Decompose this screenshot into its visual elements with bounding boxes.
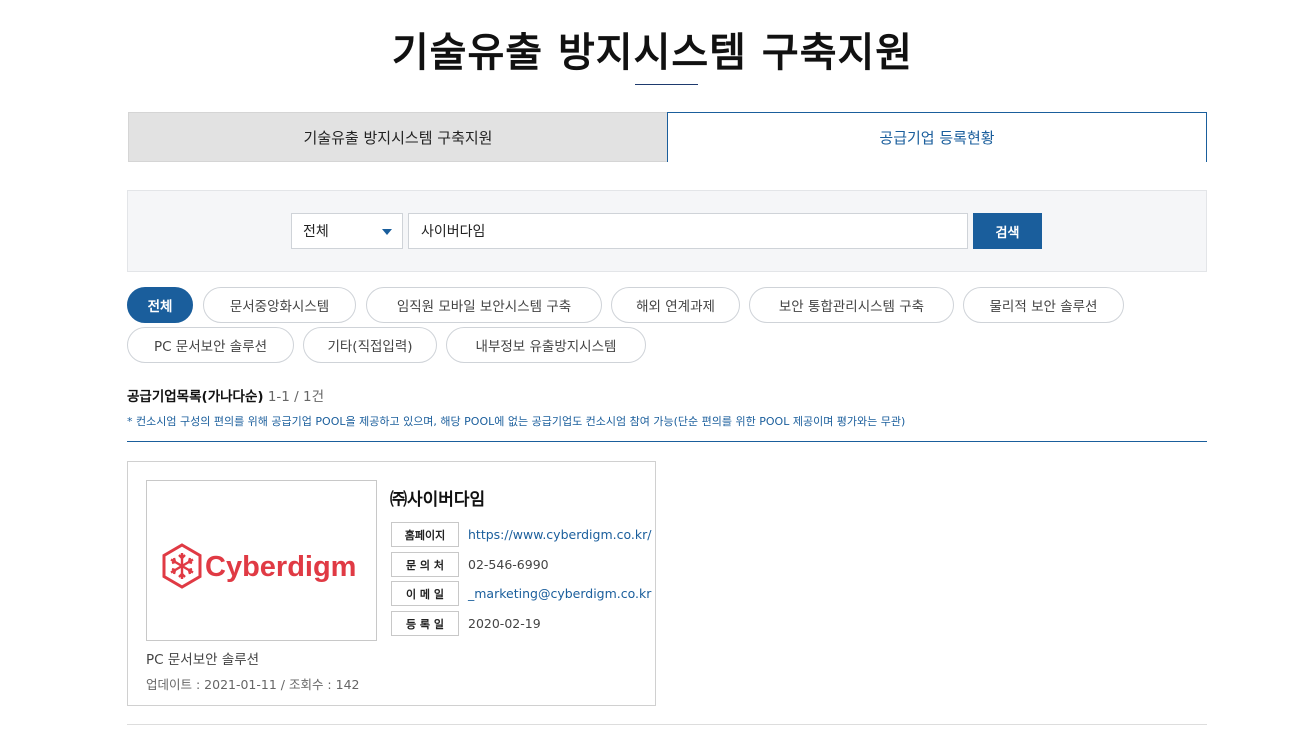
company-meta: 업데이트 : 2021-01-11 / 조회수 : 142: [146, 677, 360, 692]
category-chip[interactable]: PC 문서보안 솔루션: [127, 327, 294, 363]
email-link[interactable]: _marketing@cyberdigm.co.kr: [468, 586, 651, 601]
homepage-link[interactable]: https://www.cyberdigm.co.kr/: [468, 527, 651, 542]
chevron-down-icon: [382, 229, 392, 235]
list-title: 공급기업목록(가나다순): [127, 389, 264, 405]
search-button[interactable]: 검색: [973, 213, 1042, 249]
category-chip[interactable]: 임직원 모바일 보안시스템 구축: [366, 287, 602, 323]
category-chip[interactable]: 물리적 보안 솔루션: [963, 287, 1124, 323]
registered-date: 2020-02-19: [468, 616, 541, 631]
company-name[interactable]: ㈜사이버다임: [390, 485, 485, 510]
homepage-label: 홈페이지: [391, 522, 459, 547]
contact-label: 문 의 처: [391, 552, 459, 577]
search-category-select[interactable]: 전체: [291, 213, 403, 249]
category-chip[interactable]: 기타(직접입력): [303, 327, 437, 363]
category-chip[interactable]: 보안 통합관리시스템 구축: [749, 287, 954, 323]
category-chip[interactable]: 해외 연계과제: [611, 287, 740, 323]
title-underline: [635, 84, 698, 85]
page-title: 기술유출 방지시스템 구축지원: [391, 30, 914, 76]
list-count: 1-1 / 1건: [267, 389, 325, 405]
select-value: 전체: [303, 224, 329, 240]
company-category: PC 문서보안 솔루션: [146, 652, 260, 668]
category-chip-all[interactable]: 전체: [127, 287, 193, 323]
tab-supplier-registration[interactable]: 공급기업 등록현황: [667, 112, 1207, 162]
search-input[interactable]: [408, 213, 968, 249]
company-logo: Cyberdigm: [146, 480, 377, 641]
category-chip[interactable]: 내부정보 유출방지시스템: [446, 327, 646, 363]
list-notice: * 컨소시엄 구성의 편의를 위해 공급기업 POOL을 제공하고 있으며, 해…: [127, 415, 906, 428]
category-chip[interactable]: 문서중앙화시스템: [203, 287, 356, 323]
contact-value: 02-546-6990: [468, 557, 549, 572]
tab-tech-leak-support[interactable]: 기술유출 방지시스템 구축지원: [128, 112, 668, 162]
cyberdigm-logo: Cyberdigm: [162, 543, 356, 589]
logo-text: Cyberdigm: [205, 551, 356, 583]
list-bottom-divider: [127, 724, 1207, 725]
registered-label: 등 록 일: [391, 611, 459, 636]
list-divider: [127, 441, 1207, 442]
list-header: 공급기업목록(가나다순) 1-1 / 1건: [127, 385, 324, 405]
email-label: 이 메 일: [391, 581, 459, 606]
